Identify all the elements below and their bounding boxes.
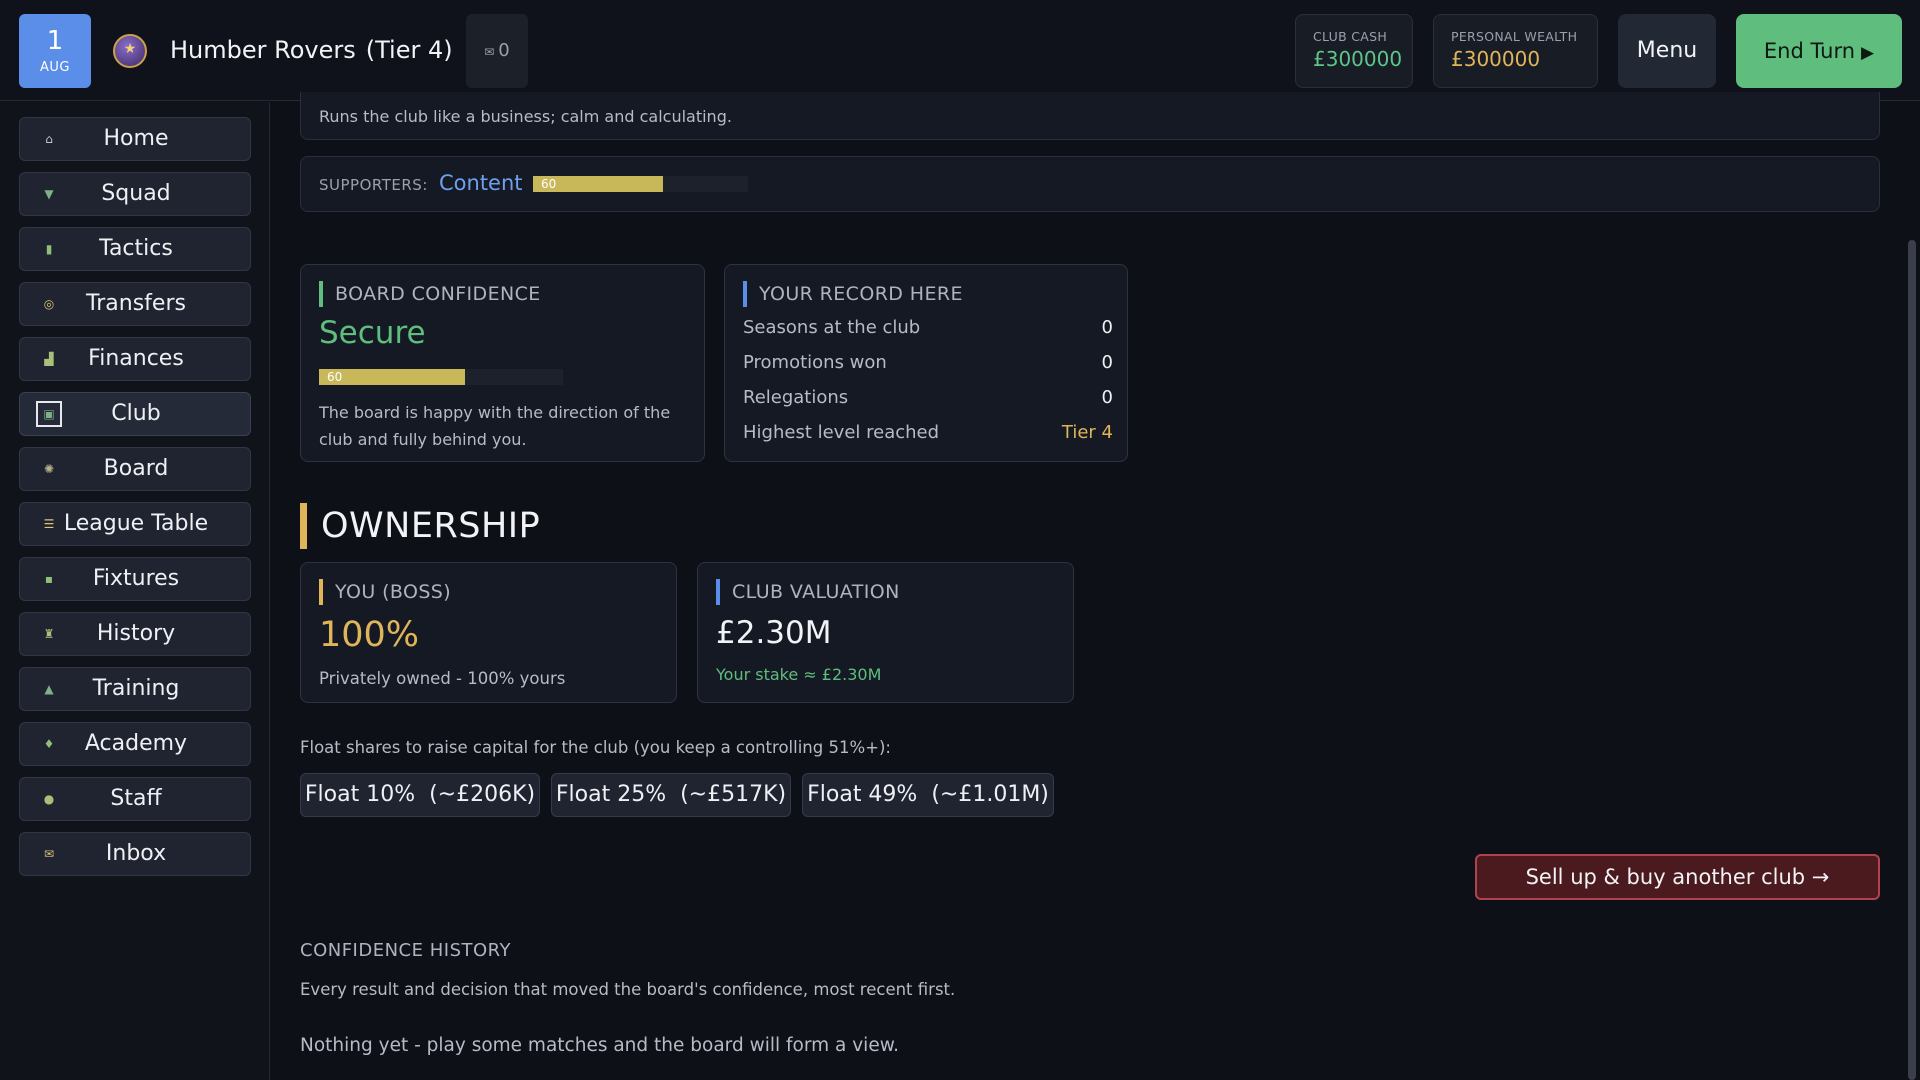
sidebar-item-transfers[interactable]: ◎ Transfers [19, 282, 251, 326]
end-turn-button[interactable]: End Turn ▶ [1736, 14, 1902, 88]
confidence-history-description: Every result and decision that moved the… [300, 980, 956, 999]
supporters-label: SUPPORTERS: [319, 176, 428, 194]
club-cash-label: CLUB CASH [1313, 29, 1388, 44]
club-tier: (Tier 4) [365, 36, 453, 64]
sidebar-item-league-table[interactable]: ☰ League Table [19, 502, 251, 546]
date-month: AUG [40, 60, 70, 75]
personal-wealth-box: PERSONAL WEALTH £300000 [1433, 14, 1598, 88]
board-confidence-description: The board is happy with the direction of… [319, 403, 671, 449]
inbox-count: 0 [498, 40, 510, 61]
ownership-section-title: OWNERSHIP [300, 503, 540, 549]
club-crest-icon: ★ [113, 34, 147, 68]
date-badge: 1 AUG [19, 14, 91, 88]
sidebar-item-label: Finances [88, 346, 184, 371]
owner-profile-card: Runs the club like a business; calm and … [300, 92, 1880, 140]
sidebar-item-label: Transfers [86, 291, 186, 316]
club-valuation-value: £2.30M [716, 615, 832, 651]
sidebar-item-label: Training [92, 676, 180, 701]
personal-wealth-value: £300000 [1451, 47, 1541, 71]
record-row: Seasons at the club 0 [743, 317, 1113, 343]
record-value: 0 [1101, 317, 1113, 338]
owner-description: Runs the club like a business; calm and … [319, 107, 732, 126]
scrollbar-thumb[interactable] [1908, 240, 1916, 1080]
sidebar-item-label: League Table [63, 511, 209, 536]
sidebar-item-academy[interactable]: ♦ Academy [19, 722, 251, 766]
owner-stake-title: YOU (BOSS) [319, 579, 451, 605]
confidence-history-title: CONFIDENCE HISTORY [300, 940, 512, 961]
supporters-value: 60 [541, 177, 557, 191]
sidebar-item-label: Fixtures [92, 566, 180, 591]
float-10-button[interactable]: Float 10% (~£206K) [300, 773, 540, 817]
float-shares-note: Float shares to raise capital for the cl… [300, 738, 891, 757]
sidebar-item-squad[interactable]: ▼ Squad [19, 172, 251, 216]
sidebar-item-label: Academy [84, 731, 188, 756]
sidebar-item-label: Squad [101, 181, 171, 206]
sidebar-item-label: Tactics [99, 236, 173, 261]
owner-stake-card: YOU (BOSS) 100% Privately owned - 100% y… [300, 562, 677, 703]
record-card: YOUR RECORD HERE Seasons at the club 0 P… [724, 264, 1128, 462]
record-value: 0 [1101, 387, 1113, 408]
club-valuation-card: CLUB VALUATION £2.30M Your stake ≈ £2.30… [697, 562, 1074, 703]
club-title: Humber Rovers (Tier 4) [170, 36, 453, 64]
sidebar-item-inbox[interactable]: ✉ Inbox [19, 832, 251, 876]
menu-button[interactable]: Menu [1618, 14, 1716, 88]
record-row: Promotions won 0 [743, 352, 1113, 378]
record-value: Tier 4 [1061, 422, 1113, 443]
date-day: 1 [46, 26, 64, 56]
sidebar-item-board[interactable]: ✺ Board [19, 447, 251, 491]
sidebar-item-home[interactable]: ⌂ Home [19, 117, 251, 161]
end-turn-label: End Turn [1763, 39, 1856, 63]
play-icon: ▶ [1861, 43, 1875, 63]
confidence-history-empty: Nothing yet - play some matches and the … [300, 1035, 900, 1056]
sidebar-item-finances[interactable]: ▟ Finances [19, 337, 251, 381]
club-cash-value: £300000 [1313, 47, 1403, 71]
sidebar-item-tactics[interactable]: ▮ Tactics [19, 227, 251, 271]
board-confidence-value: 60 [327, 370, 343, 384]
club-valuation-subtitle: Your stake ≈ £2.30M [716, 665, 882, 684]
sidebar-item-label: Club [111, 401, 161, 426]
board-confidence-title: BOARD CONFIDENCE [319, 281, 541, 307]
record-title: YOUR RECORD HERE [743, 281, 963, 307]
record-label: Seasons at the club [743, 317, 921, 338]
sidebar-item-staff[interactable]: ● Staff [19, 777, 251, 821]
record-label: Promotions won [743, 352, 887, 373]
sidebar-item-label: Board [103, 456, 169, 481]
sidebar-item-label: History [96, 621, 176, 646]
supporters-mood: Content [439, 171, 523, 195]
sidebar-item-label: Home [103, 126, 169, 151]
top-bar: 1 AUG ★ Humber Rovers (Tier 4) ✉ 0 CLUB CA… [0, 0, 1920, 101]
float-49-button[interactable]: Float 49% (~£1.01M) [802, 773, 1054, 817]
sidebar-item-label: Inbox [105, 841, 167, 866]
sidebar-item-club[interactable]: ▣ Club [19, 392, 251, 436]
board-confidence-card: BOARD CONFIDENCE Secure 60 The board is … [300, 264, 705, 462]
owner-stake-subtitle: Privately owned - 100% yours [319, 669, 566, 688]
sidebar-item-history[interactable]: ♜ History [19, 612, 251, 656]
record-row: Relegations 0 [743, 387, 1113, 413]
sidebar-item-fixtures[interactable]: ▪ Fixtures [19, 557, 251, 601]
supporters-panel: SUPPORTERS: Content 60 [300, 156, 1880, 212]
club-cash-box: CLUB CASH £300000 [1295, 14, 1413, 88]
record-row: Highest level reached Tier 4 [743, 422, 1113, 448]
board-confidence-status: Secure [319, 315, 426, 351]
inbox-counter-button[interactable]: ✉ 0 [466, 14, 528, 88]
supporters-bar: 60 [533, 176, 748, 192]
club-valuation-title: CLUB VALUATION [716, 579, 900, 605]
record-value: 0 [1101, 352, 1113, 373]
record-label: Highest level reached [743, 422, 940, 443]
envelope-icon: ✉ [484, 45, 495, 59]
sidebar: ⌂ Home ▼ Squad ▮ Tactics ◎ Transfers ▟ F… [0, 102, 270, 1080]
float-25-button[interactable]: Float 25% (~£517K) [551, 773, 791, 817]
sidebar-item-training[interactable]: ▲ Training [19, 667, 251, 711]
record-label: Relegations [743, 387, 849, 408]
sidebar-item-label: Staff [110, 786, 162, 811]
club-name: Humber Rovers [170, 36, 356, 64]
board-confidence-bar: 60 [319, 369, 563, 385]
sell-club-button[interactable]: Sell up & buy another club → [1475, 854, 1880, 900]
owner-stake-value: 100% [319, 615, 420, 655]
personal-wealth-label: PERSONAL WEALTH [1451, 29, 1578, 44]
